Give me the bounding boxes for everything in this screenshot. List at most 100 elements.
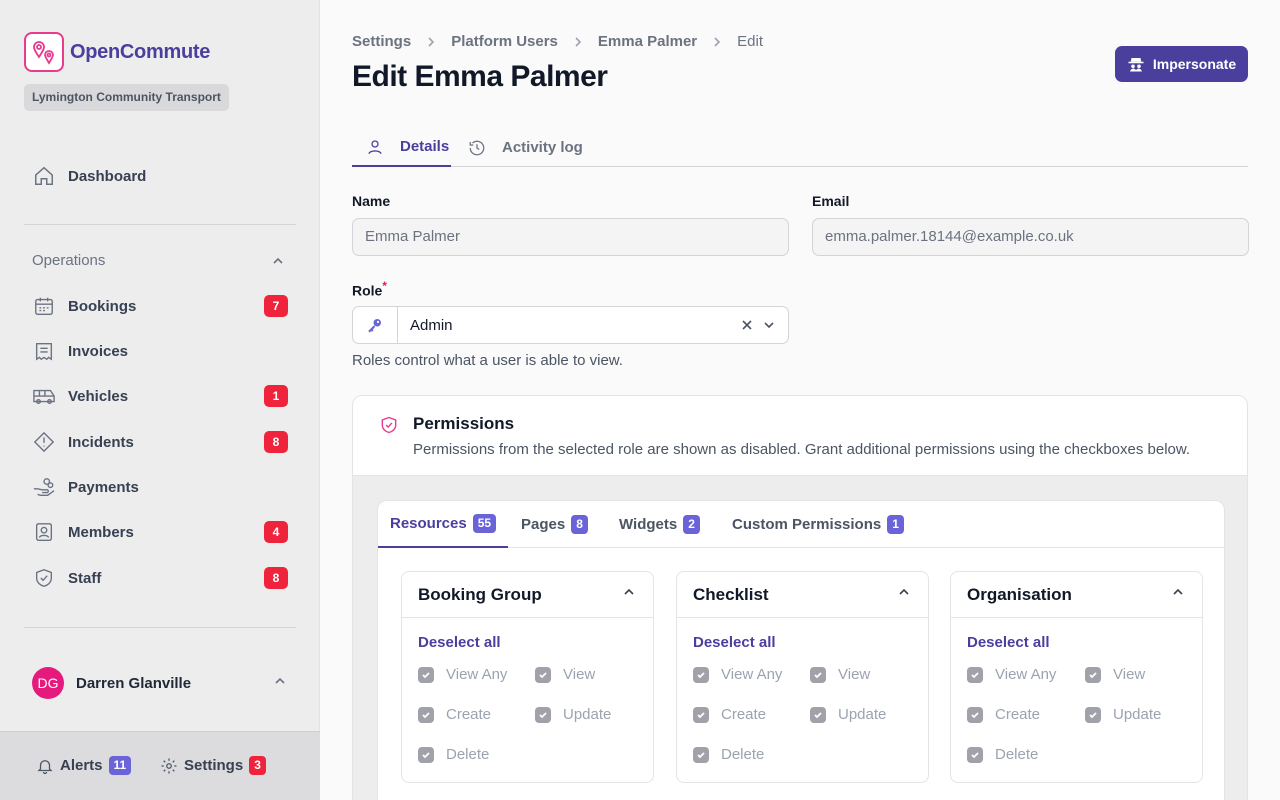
avatar: DG	[32, 667, 64, 699]
resource-card-header[interactable]: Booking Group	[402, 572, 653, 618]
checkbox-checked-icon	[535, 666, 551, 683]
alert-diamond-icon	[32, 430, 56, 454]
page-title: Edit Emma Palmer	[352, 60, 608, 93]
tab-count-badge: 2	[683, 515, 700, 534]
checkbox-checked-icon	[1085, 706, 1101, 723]
breadcrumb-item[interactable]: Platform Users	[451, 33, 558, 50]
sidebar-item-label: Staff	[68, 569, 102, 587]
chevron-right-icon	[711, 36, 723, 48]
breadcrumb: Settings Platform Users Emma Palmer Edit	[352, 33, 763, 50]
role-helper-text: Roles control what a user is able to vie…	[352, 352, 623, 369]
checkbox-checked-icon	[418, 706, 434, 723]
key-icon	[353, 307, 398, 343]
sidebar-item-invoices[interactable]: Invoices	[24, 331, 296, 371]
permission-checkbox[interactable]: Update	[1085, 706, 1161, 723]
sidebar-item-payments[interactable]: Payments	[24, 467, 296, 507]
permission-checkbox[interactable]: View Any	[967, 666, 1056, 683]
tab-details[interactable]: Details	[352, 128, 451, 167]
chevron-down-icon[interactable]	[762, 318, 776, 332]
chevron-up-icon[interactable]	[1170, 584, 1186, 605]
sidebar-item-label: Invoices	[68, 342, 129, 360]
impersonate-button[interactable]: Impersonate	[1115, 46, 1248, 82]
permission-label: Update	[1113, 706, 1162, 723]
sidebar-item-vehicles[interactable]: Vehicles 1	[24, 376, 296, 416]
alerts-button[interactable]: Alerts 11	[36, 756, 132, 775]
resource-card-header[interactable]: Organisation	[951, 572, 1202, 618]
permission-label: Create	[721, 706, 767, 723]
resource-card-checklist: Checklist Deselect all View Any View Cre…	[676, 571, 929, 783]
checkbox-checked-icon	[693, 746, 709, 763]
tab-count-badge: 55	[472, 514, 497, 533]
sidebar-group-operations[interactable]: Operations	[32, 252, 105, 269]
tab-label: Activity log	[502, 139, 583, 156]
permissions-tabs: Resources 55 Pages 8 Widgets 2 Custom Pe…	[378, 501, 1224, 548]
permissions-panel: Resources 55 Pages 8 Widgets 2 Custom Pe…	[377, 500, 1225, 800]
name-field[interactable]: Emma Palmer	[352, 218, 789, 256]
tab-widgets[interactable]: Widgets 2	[607, 501, 712, 548]
clear-icon[interactable]	[740, 318, 754, 332]
sidebar-item-dashboard[interactable]: Dashboard	[24, 156, 296, 196]
sidebar-divider	[24, 627, 296, 628]
resource-card-booking-group: Booking Group Deselect all View Any View…	[401, 571, 654, 783]
permissions-header: Permissions Permissions from the selecte…	[353, 396, 1247, 476]
breadcrumb-item[interactable]: Settings	[352, 33, 411, 50]
chevron-up-icon[interactable]	[621, 584, 637, 605]
settings-button[interactable]: Settings 3	[160, 756, 266, 775]
tab-custom-permissions[interactable]: Custom Permissions 1	[720, 501, 916, 548]
sidebar-item-bookings[interactable]: Bookings 7	[24, 286, 296, 326]
permission-checkbox[interactable]: View	[810, 666, 870, 683]
permission-checkbox[interactable]: Delete	[418, 746, 489, 763]
permission-checkbox[interactable]: View	[1085, 666, 1145, 683]
permission-checkbox[interactable]: View	[535, 666, 595, 683]
spy-icon	[1127, 55, 1153, 73]
chevron-right-icon	[425, 36, 437, 48]
permission-checkbox[interactable]: View Any	[418, 666, 507, 683]
checkbox-checked-icon	[418, 746, 434, 763]
permissions-title: Permissions	[413, 414, 515, 433]
sidebar-item-members[interactable]: Members 4	[24, 512, 296, 552]
tab-label: Custom Permissions	[732, 516, 882, 533]
settings-count-badge: 3	[249, 756, 266, 775]
tab-resources[interactable]: Resources 55	[378, 501, 509, 548]
tab-label: Widgets	[619, 516, 678, 533]
resource-card-header[interactable]: Checklist	[677, 572, 928, 618]
sidebar-item-staff[interactable]: Staff 8	[24, 558, 296, 598]
tab-label: Details	[400, 138, 450, 155]
tab-pages[interactable]: Pages 8	[509, 501, 600, 548]
sidebar-item-incidents[interactable]: Incidents 8	[24, 422, 296, 462]
permission-label: View	[1113, 666, 1146, 683]
permission-checkbox[interactable]: Delete	[967, 746, 1038, 763]
checkbox-checked-icon	[810, 666, 826, 683]
permission-checkbox[interactable]: View Any	[693, 666, 782, 683]
deselect-all-link[interactable]: Deselect all	[693, 634, 776, 651]
deselect-all-link[interactable]: Deselect all	[418, 634, 501, 651]
permission-checkbox[interactable]: Create	[693, 706, 766, 723]
user-menu[interactable]: DG Darren Glanville	[32, 667, 288, 699]
chevron-up-icon[interactable]	[272, 673, 288, 694]
role-select[interactable]: Admin	[352, 306, 789, 344]
name-label: Name	[352, 193, 391, 209]
app-logo[interactable]: OpenCommute	[24, 32, 210, 72]
permission-checkbox[interactable]: Delete	[693, 746, 764, 763]
gear-icon	[160, 757, 178, 775]
bus-icon	[32, 384, 56, 408]
email-field[interactable]: emma.palmer.18144@example.co.uk	[812, 218, 1249, 256]
checkbox-checked-icon	[693, 706, 709, 723]
permission-checkbox[interactable]: Update	[810, 706, 886, 723]
permission-checkbox[interactable]: Create	[418, 706, 491, 723]
deselect-all-link[interactable]: Deselect all	[967, 634, 1050, 651]
permission-checkbox[interactable]: Update	[535, 706, 611, 723]
breadcrumb-item[interactable]: Emma Palmer	[598, 33, 697, 50]
user-name: Darren Glanville	[76, 674, 192, 692]
tab-activity-log[interactable]: Activity log	[468, 128, 583, 167]
required-mark: *	[382, 280, 387, 293]
permission-checkbox[interactable]: Create	[967, 706, 1040, 723]
resource-card-title: Booking Group	[418, 584, 542, 604]
chevron-up-icon[interactable]	[896, 584, 912, 605]
sidebar-item-label: Members	[68, 523, 134, 541]
checkbox-checked-icon	[967, 706, 983, 723]
page-tabs: Details Activity log	[352, 128, 1248, 167]
sidebar-item-label: Incidents	[68, 433, 134, 451]
chevron-up-icon[interactable]	[270, 253, 286, 274]
checkbox-checked-icon	[967, 666, 983, 683]
